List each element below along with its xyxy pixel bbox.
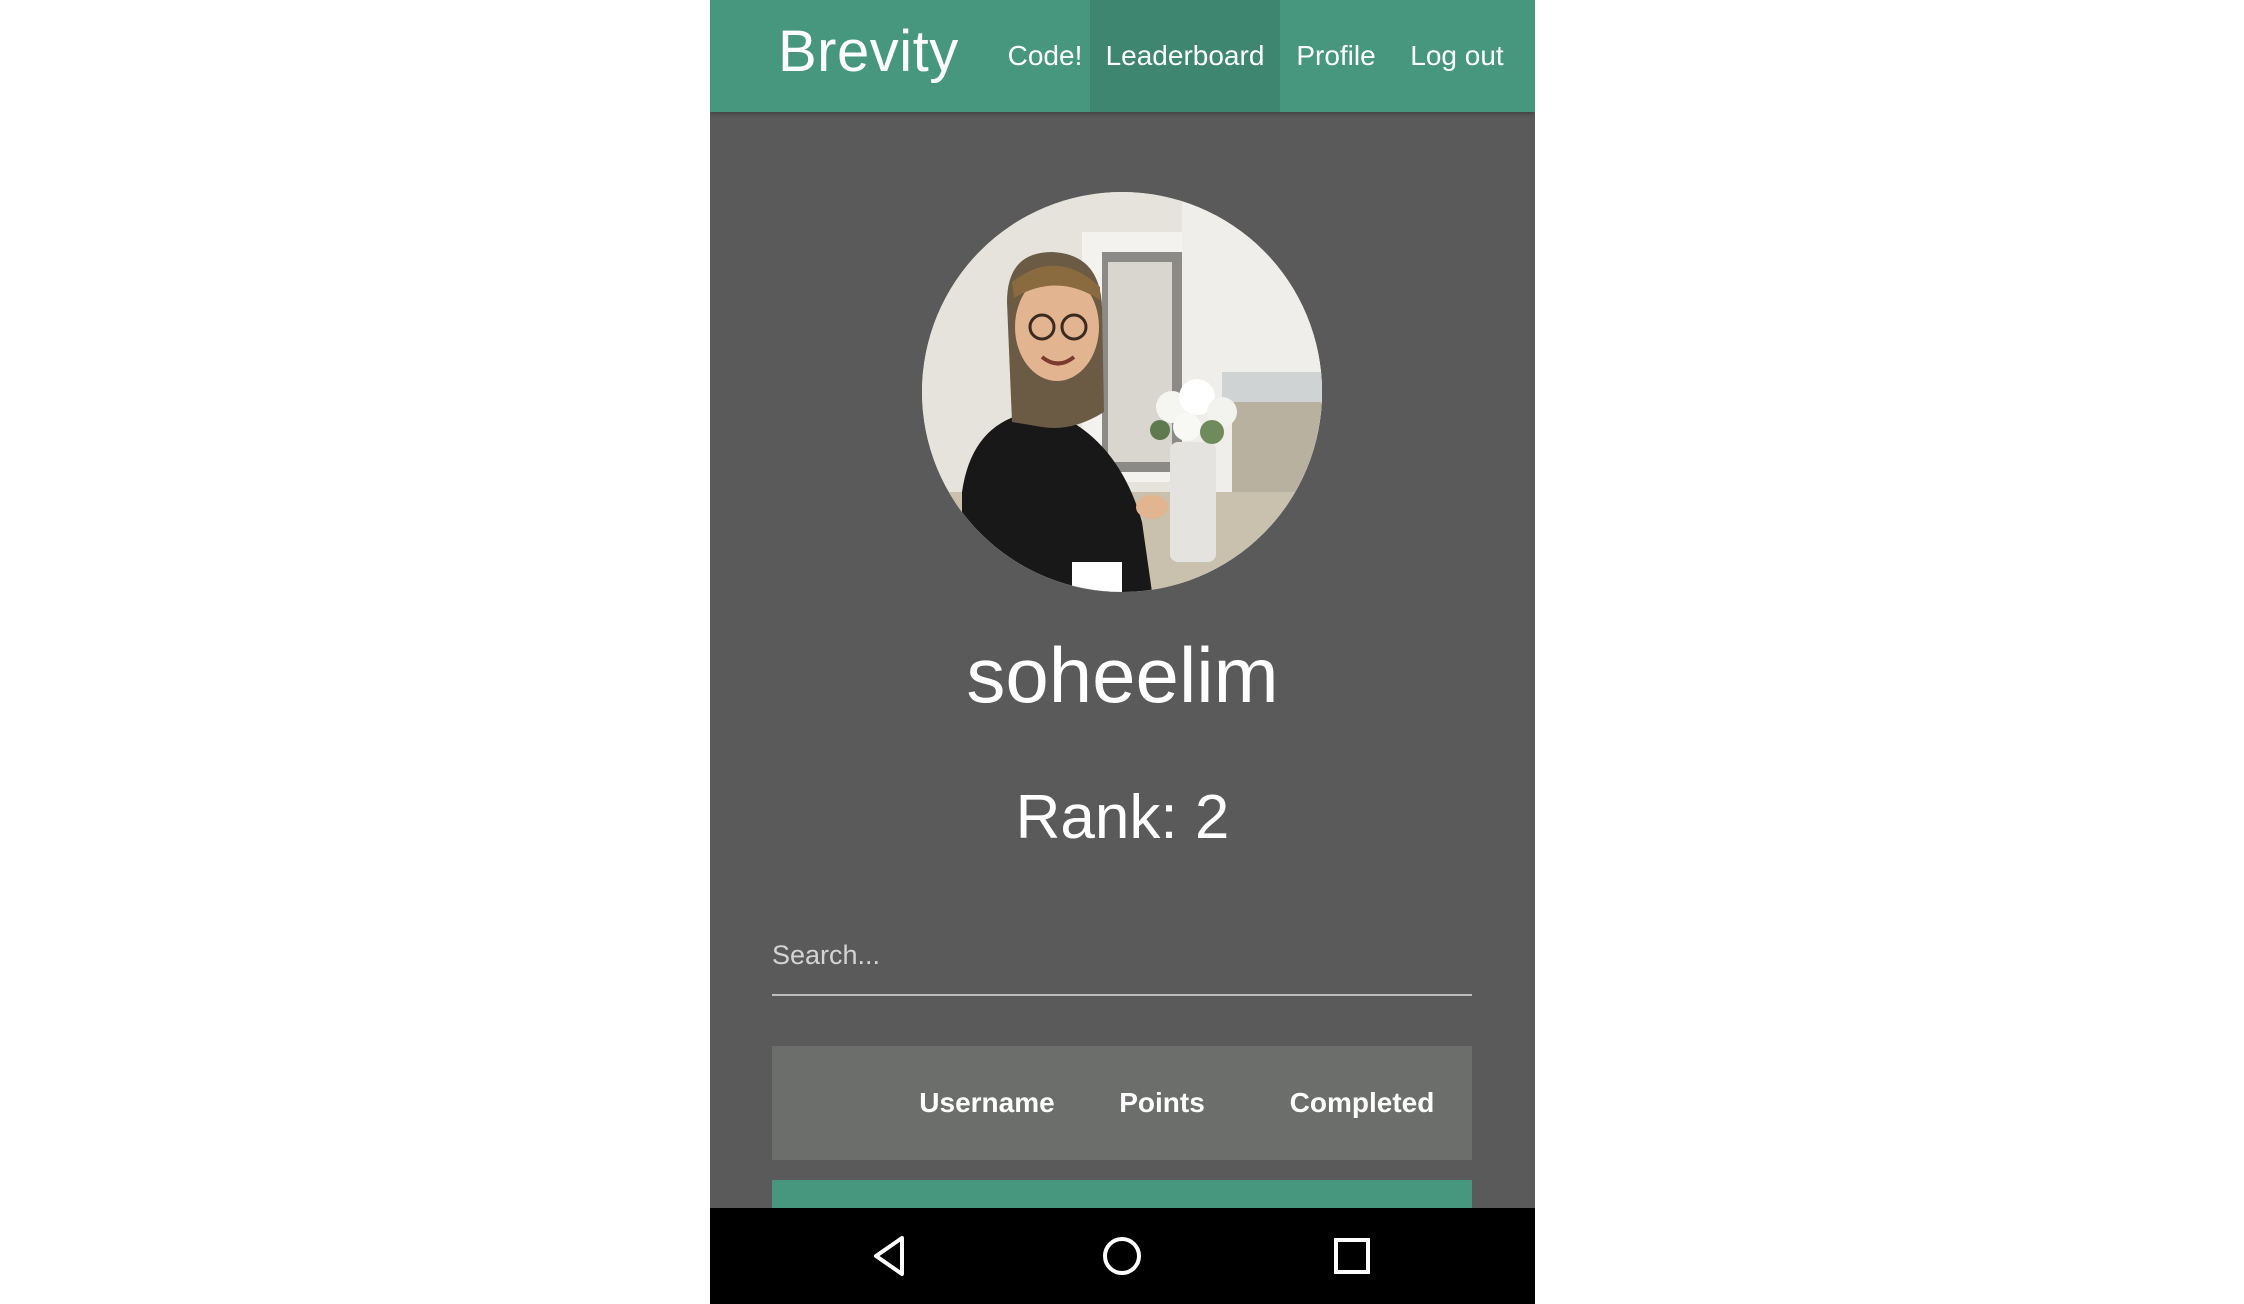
column-header-username[interactable]: Username [912,1046,1062,1160]
app-screen: Brevity Code! Leaderboard Profile Log ou… [710,0,1535,1304]
search-field [772,920,1472,996]
home-icon[interactable] [1092,1226,1152,1286]
top-navbar: Brevity Code! Leaderboard Profile Log ou… [710,0,1535,112]
nav-link-profile[interactable]: Profile [1280,0,1392,112]
nav-link-leaderboard[interactable]: Leaderboard [1090,0,1280,112]
profile-username: soheelim [966,631,1279,719]
column-header-points[interactable]: Points [1112,1046,1212,1160]
search-input[interactable] [772,920,1472,990]
nav-link-code[interactable]: Code! [996,0,1094,112]
android-navigation-bar [710,1208,1535,1304]
profile-rank: Rank: 2 [1015,783,1230,852]
nav-link-logout[interactable]: Log out [1392,0,1522,112]
table-row[interactable] [772,1180,1472,1208]
avatar-photo [922,192,1322,592]
avatar [922,192,1322,592]
leaderboard-table-header: Username Points Completed [772,1046,1472,1160]
brand-logo[interactable]: Brevity [778,18,959,85]
recent-apps-icon[interactable] [1322,1226,1382,1286]
back-icon[interactable] [862,1226,922,1286]
column-header-completed[interactable]: Completed [1272,1046,1452,1160]
